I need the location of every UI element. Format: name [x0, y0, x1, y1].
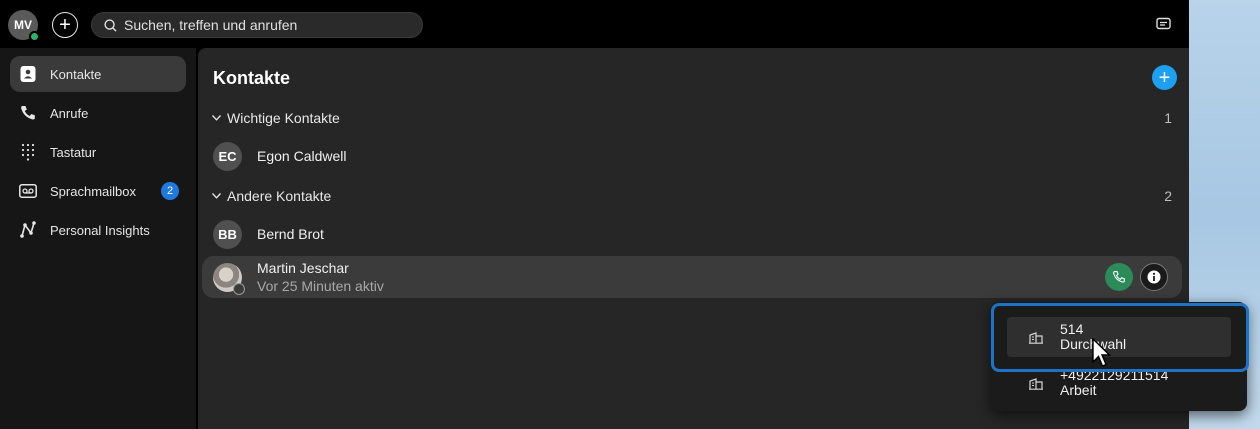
call-options-menu: 514 Durchwahl +4922129211514 Arbeit — [991, 302, 1247, 411]
contact-name: Bernd Brot — [257, 226, 324, 242]
contact-avatar: EC — [213, 141, 242, 171]
sidebar-item-label: Anrufe — [50, 105, 89, 121]
sidebar-item-label: Personal Insights — [50, 222, 150, 238]
new-action-button[interactable]: + — [52, 12, 78, 38]
user-avatar[interactable]: MV — [8, 10, 40, 42]
contact-status: Vor 25 Minuten aktiv — [257, 278, 384, 294]
building-icon — [1029, 331, 1043, 344]
presence-indicator — [29, 31, 40, 42]
plus-icon: + — [1158, 66, 1171, 89]
group-header-andere-kontakte[interactable]: Andere Kontakte 2 — [212, 186, 1172, 206]
sidebar-item-anrufe[interactable]: Anrufe — [10, 95, 186, 131]
phone-number: 514 — [1060, 321, 1084, 337]
contact-row[interactable]: BB Bernd Brot — [202, 214, 1182, 254]
sidebar-item-label: Tastatur — [50, 144, 97, 160]
contacts-icon — [18, 64, 38, 84]
sidebar-item-personal-insights[interactable]: Personal Insights — [10, 212, 186, 248]
group-label: Wichtige Kontakte — [227, 110, 340, 126]
menu-item-arbeit[interactable]: +4922129211514 Arbeit — [991, 362, 1247, 404]
app-window: MV + Kontakte — [0, 0, 1249, 429]
search-icon — [104, 18, 117, 32]
plus-icon: + — [59, 14, 71, 36]
contact-row-selected[interactable]: Martin Jeschar Vor 25 Minuten aktiv — [202, 256, 1182, 298]
group-count: 1 — [1164, 110, 1172, 126]
group-header-wichtige-kontakte[interactable]: Wichtige Kontakte 1 — [212, 108, 1172, 128]
contact-name: Egon Caldwell — [257, 148, 347, 164]
phone-icon — [1113, 271, 1125, 283]
menu-item-durchwahl[interactable]: 514 Durchwahl — [1007, 317, 1231, 357]
building-icon — [1029, 377, 1043, 390]
voicemail-icon — [18, 181, 38, 201]
insights-icon — [18, 220, 38, 240]
contact-row[interactable]: EC Egon Caldwell — [202, 136, 1182, 176]
avatar-initials: MV — [14, 18, 32, 32]
chevron-down-icon — [212, 193, 221, 199]
info-icon — [1147, 270, 1161, 284]
info-button[interactable] — [1140, 263, 1168, 291]
chevron-down-icon — [212, 115, 221, 121]
sidebar-item-tastatur[interactable]: Tastatur — [10, 134, 186, 170]
mouse-cursor-icon — [1092, 338, 1112, 367]
add-contact-button[interactable]: + — [1152, 65, 1177, 90]
message-icon[interactable] — [1156, 17, 1171, 31]
search-input[interactable] — [124, 17, 404, 33]
page-title: Kontakte — [213, 68, 291, 88]
sidebar-item-sprachmailbox[interactable]: Sprachmailbox 2 — [10, 173, 186, 209]
group-label: Andere Kontakte — [227, 188, 332, 204]
phone-number: +4922129211514 — [1060, 367, 1169, 383]
phone-type: Arbeit — [1060, 382, 1097, 398]
call-button[interactable] — [1105, 263, 1133, 291]
sidebar-item-label: Kontakte — [50, 66, 102, 82]
voicemail-count-badge: 2 — [161, 182, 179, 200]
search-bar[interactable] — [91, 12, 423, 38]
phone-icon — [18, 103, 38, 123]
dialpad-icon — [18, 142, 38, 162]
group-count: 2 — [1164, 188, 1172, 204]
top-bar: MV + — [0, 0, 1189, 48]
sidebar-item-label: Sprachmailbox — [50, 183, 136, 199]
contact-photo-avatar — [213, 262, 245, 295]
sidebar-item-kontakte[interactable]: Kontakte — [10, 56, 186, 92]
contact-avatar: BB — [213, 219, 242, 249]
contact-name: Martin Jeschar — [257, 260, 349, 276]
away-clock-icon — [233, 282, 245, 295]
contact-text: Martin Jeschar Vor 25 Minuten aktiv — [257, 260, 384, 294]
sidebar: Kontakte Anrufe Tastatur Sprachmailbox 2… — [0, 48, 196, 429]
menu-item-text: +4922129211514 Arbeit — [1060, 368, 1168, 398]
